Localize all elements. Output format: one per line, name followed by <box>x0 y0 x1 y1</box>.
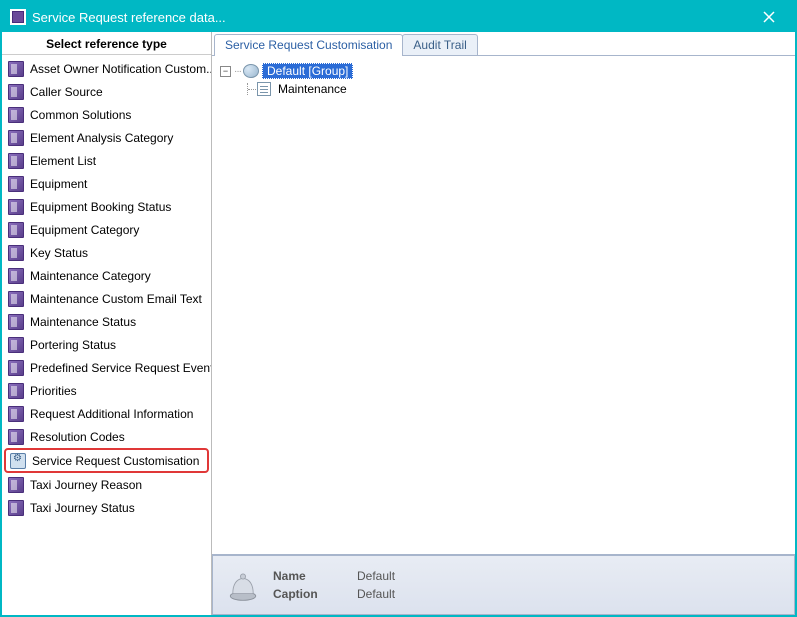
sidebar-item-label: Service Request Customisation <box>32 454 199 468</box>
sidebar-item-label: Predefined Service Request Events <box>30 361 211 375</box>
book-icon <box>8 107 24 123</box>
sidebar-item-label: Element List <box>30 154 96 168</box>
sidebar-item[interactable]: Taxi Journey Reason <box>2 473 211 496</box>
sidebar-item[interactable]: Equipment <box>2 172 211 195</box>
book-icon <box>8 477 24 493</box>
sidebar-item[interactable]: Caller Source <box>2 80 211 103</box>
book-icon <box>8 176 24 192</box>
tree-connector: ··· <box>234 66 241 77</box>
sidebar-item[interactable]: Asset Owner Notification Custom... <box>2 57 211 80</box>
sidebar-item[interactable]: Maintenance Status <box>2 310 211 333</box>
sidebar-item-label: Equipment <box>30 177 87 191</box>
sidebar-item[interactable]: Element Analysis Category <box>2 126 211 149</box>
tree-root-row[interactable]: − ··· Default [Group] <box>220 62 787 80</box>
book-icon <box>8 153 24 169</box>
sidebar-item[interactable]: Equipment Booking Status <box>2 195 211 218</box>
book-icon <box>8 84 24 100</box>
book-icon <box>8 130 24 146</box>
tree-child-label[interactable]: Maintenance <box>274 82 351 96</box>
sidebar-item-label: Key Status <box>30 246 88 260</box>
sidebar-item-label: Portering Status <box>30 338 116 352</box>
book-icon <box>8 222 24 238</box>
book-icon <box>8 406 24 422</box>
detail-caption-value: Default <box>357 587 395 601</box>
content-area: Select reference type Asset Owner Notifi… <box>2 32 795 615</box>
sidebar-item-label: Taxi Journey Status <box>30 501 135 515</box>
tab[interactable]: Service Request Customisation <box>214 34 403 55</box>
sidebar-item-label: Equipment Category <box>30 223 139 237</box>
window-title: Service Request reference data... <box>32 10 751 25</box>
book-icon <box>8 383 24 399</box>
book-icon <box>8 199 24 215</box>
book-icon <box>8 314 24 330</box>
sidebar-item-label: Resolution Codes <box>30 430 125 444</box>
sidebar-item-label: Priorities <box>30 384 77 398</box>
book-icon <box>8 291 24 307</box>
detail-grid: Name Default Caption Default <box>273 569 395 601</box>
sidebar-item-label: Element Analysis Category <box>30 131 173 145</box>
tree-connector-line <box>247 83 257 95</box>
tab[interactable]: Audit Trail <box>402 34 477 55</box>
tree-child-row[interactable]: Maintenance <box>220 80 787 98</box>
detail-name-value: Default <box>357 569 395 583</box>
window-icon <box>10 9 26 25</box>
sidebar-item-label: Equipment Booking Status <box>30 200 171 214</box>
book-icon <box>8 500 24 516</box>
sidebar-item-label: Asset Owner Notification Custom... <box>30 62 211 76</box>
sidebar-item[interactable]: Common Solutions <box>2 103 211 126</box>
document-icon <box>257 82 271 96</box>
close-button[interactable] <box>751 5 787 29</box>
tab-strip: Service Request CustomisationAudit Trail <box>212 32 795 56</box>
sidebar-item-label: Caller Source <box>30 85 103 99</box>
sidebar-item[interactable]: Priorities <box>2 379 211 402</box>
sidebar-item[interactable]: Portering Status <box>2 333 211 356</box>
book-icon <box>8 360 24 376</box>
sidebar-item[interactable]: Resolution Codes <box>2 425 211 448</box>
sidebar-list: Asset Owner Notification Custom... Caller… <box>2 55 211 615</box>
globe-icon <box>243 64 259 78</box>
sidebar-item[interactable]: Maintenance Custom Email Text <box>2 287 211 310</box>
sidebar-item-label: Maintenance Status <box>30 315 136 329</box>
gear-icon <box>10 453 26 469</box>
bell-icon <box>225 567 261 603</box>
sidebar-item-label: Request Additional Information <box>30 407 193 421</box>
sidebar-item-label: Common Solutions <box>30 108 131 122</box>
tree-collapse-icon[interactable]: − <box>220 66 231 77</box>
tree-view[interactable]: − ··· Default [Group] Maintenance <box>212 56 795 555</box>
book-icon <box>8 268 24 284</box>
sidebar-item[interactable]: Taxi Journey Status <box>2 496 211 519</box>
book-icon <box>8 429 24 445</box>
sidebar-item[interactable]: Element List <box>2 149 211 172</box>
title-bar: Service Request reference data... <box>2 2 795 32</box>
sidebar: Select reference type Asset Owner Notifi… <box>2 32 212 615</box>
book-icon <box>8 61 24 77</box>
sidebar-item[interactable]: Predefined Service Request Events <box>2 356 211 379</box>
sidebar-item[interactable]: Equipment Category <box>2 218 211 241</box>
book-icon <box>8 337 24 353</box>
detail-panel: Name Default Caption Default <box>212 555 795 615</box>
sidebar-item-label: Taxi Journey Reason <box>30 478 142 492</box>
sidebar-item-label: Maintenance Category <box>30 269 151 283</box>
main-panel: Service Request CustomisationAudit Trail… <box>212 32 795 615</box>
book-icon <box>8 245 24 261</box>
sidebar-item[interactable]: Maintenance Category <box>2 264 211 287</box>
sidebar-item[interactable]: Request Additional Information <box>2 402 211 425</box>
sidebar-item[interactable]: Service Request Customisation <box>4 448 209 473</box>
sidebar-item[interactable]: Key Status <box>2 241 211 264</box>
sidebar-item-label: Maintenance Custom Email Text <box>30 292 202 306</box>
sidebar-header: Select reference type <box>2 32 211 55</box>
tree-root-label[interactable]: Default [Group] <box>262 63 353 79</box>
detail-caption-label: Caption <box>273 587 333 601</box>
close-icon <box>763 11 775 23</box>
detail-name-label: Name <box>273 569 333 583</box>
